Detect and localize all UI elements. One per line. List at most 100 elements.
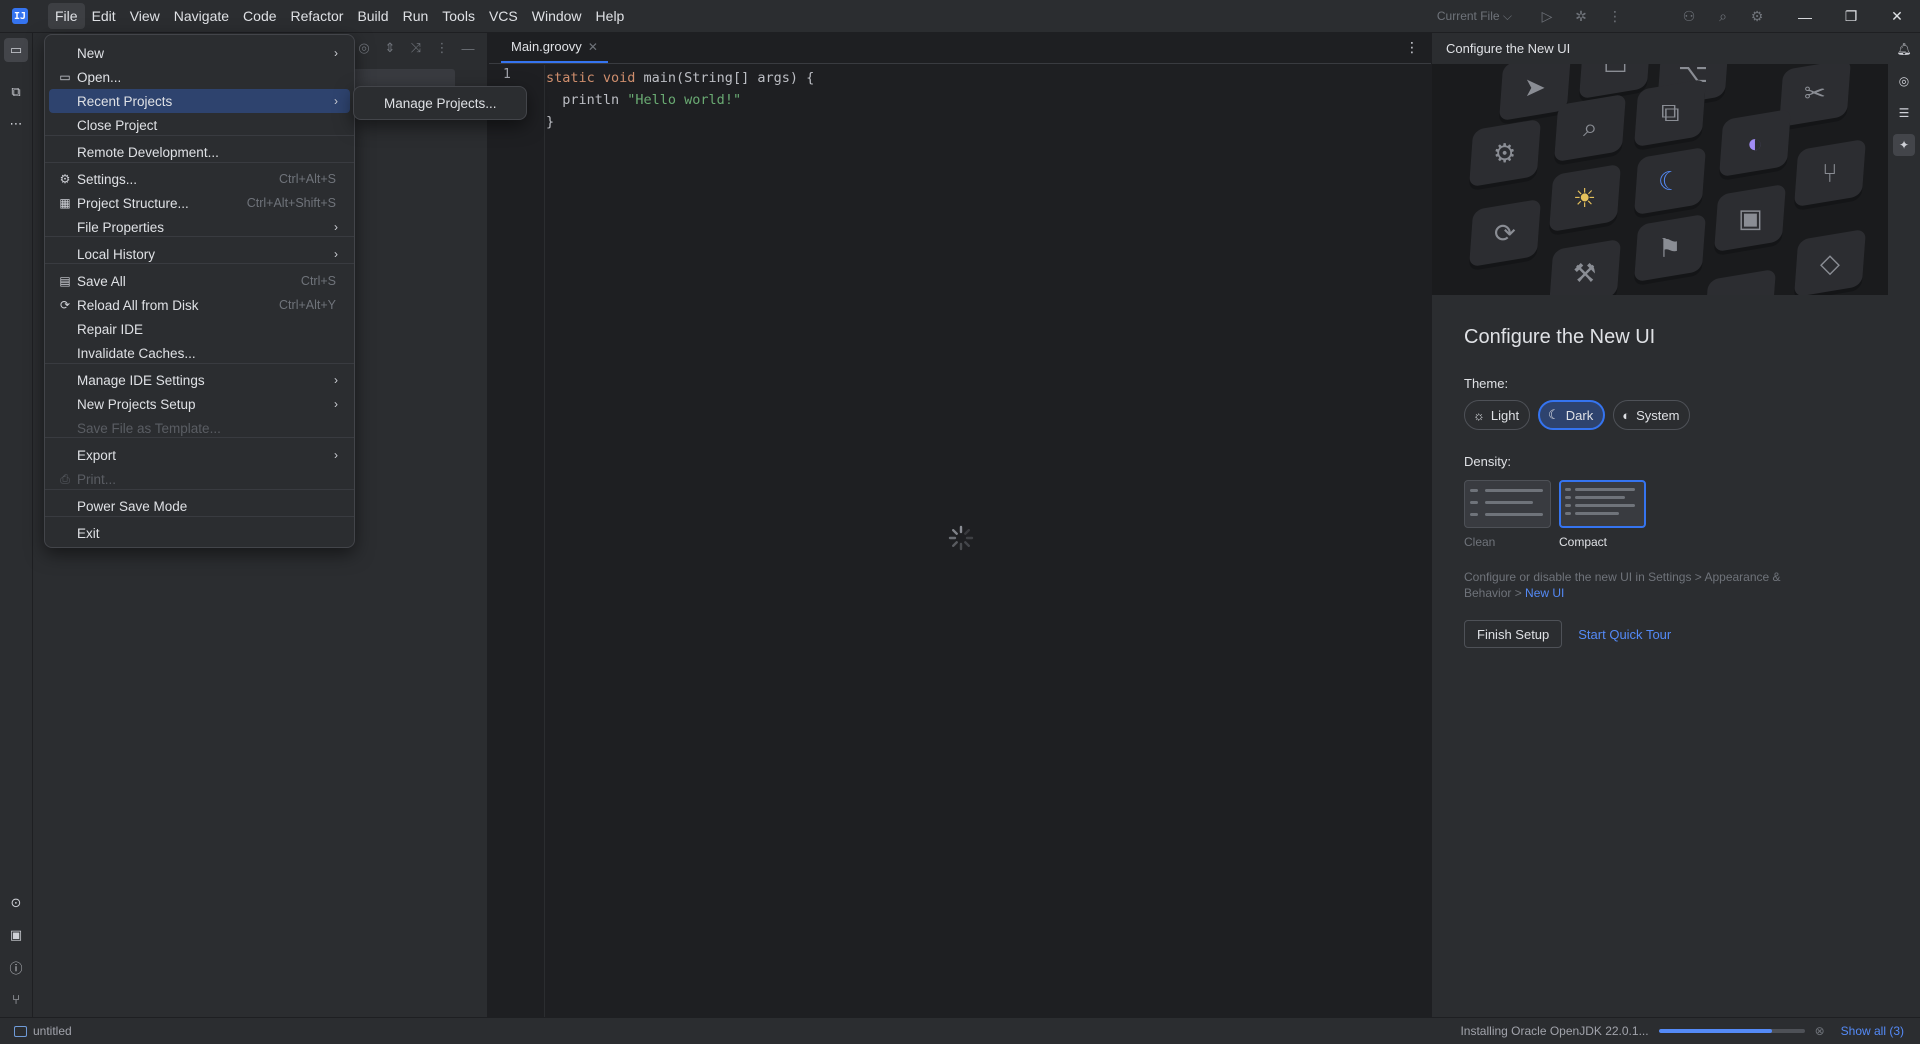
density-preview-bar bbox=[1470, 501, 1478, 504]
new-ui-wand-icon[interactable]: ✦ bbox=[1893, 134, 1915, 156]
run-icon[interactable]: ▷ bbox=[1530, 0, 1564, 33]
chevron-right-icon: › bbox=[334, 46, 338, 60]
locate-icon[interactable]: ◎ bbox=[353, 37, 375, 59]
file-menu-item-invalidate-caches[interactable]: Invalidate Caches... bbox=[49, 341, 350, 365]
menu-item-label: Export bbox=[77, 447, 117, 463]
menu-run[interactable]: Run bbox=[396, 3, 436, 29]
run-configuration-selector[interactable]: Current File ⌵ bbox=[1437, 9, 1512, 24]
project-folder-icon[interactable]: ▭ bbox=[4, 38, 28, 62]
file-menu-item-reload-all-from-disk[interactable]: ⟳ Reload All from Disk Ctrl+Alt+Y bbox=[49, 293, 350, 317]
menu-tools[interactable]: Tools bbox=[435, 3, 482, 29]
file-menu-item-file-properties[interactable]: File Properties › bbox=[49, 215, 350, 239]
menu-edit[interactable]: Edit bbox=[85, 3, 123, 29]
file-menu-item-settings[interactable]: ⚙ Settings... Ctrl+Alt+S bbox=[49, 167, 350, 191]
expand-all-icon[interactable]: ⇕ bbox=[379, 37, 401, 59]
tab-main-groovy[interactable]: Main.groovy ✕ bbox=[501, 32, 608, 63]
app-logo-icon[interactable]: IJ bbox=[12, 8, 28, 24]
search-icon[interactable]: ⌕ bbox=[1706, 0, 1740, 33]
theme-light-button[interactable]: ☼ Light bbox=[1464, 400, 1531, 430]
options-icon[interactable]: ⋮ bbox=[431, 37, 453, 59]
code-content[interactable]: static void main(String[] args) { printl… bbox=[546, 67, 814, 133]
file-menu-item-manage-ide-settings[interactable]: Manage IDE Settings › bbox=[49, 368, 350, 392]
print-icon: ⎙ bbox=[60, 471, 70, 486]
restore-icon[interactable]: ❐ bbox=[1828, 0, 1874, 33]
density-clean-option[interactable] bbox=[1464, 480, 1551, 528]
chevron-right-icon: › bbox=[334, 94, 338, 108]
file-menu-item-save-all[interactable]: ▤ Save All Ctrl+S bbox=[49, 269, 350, 293]
menu-navigate[interactable]: Navigate bbox=[167, 3, 236, 29]
services-icon[interactable]: ⊙ bbox=[4, 891, 28, 915]
menu-item-label: Local History bbox=[77, 246, 156, 262]
editor-tabs: Main.groovy ✕ ⋮ bbox=[489, 33, 1431, 64]
progress-text[interactable]: Installing Oracle OpenJDK 22.0.1... bbox=[1460, 1024, 1648, 1038]
tabs-more-icon[interactable]: ⋮ bbox=[1405, 39, 1419, 56]
file-menu-item-export[interactable]: Export › bbox=[49, 443, 350, 467]
menu-item-label: Open... bbox=[77, 69, 122, 85]
density-selector bbox=[1464, 480, 1646, 528]
gear-icon: ⚙ bbox=[59, 172, 71, 186]
start-quick-tour-link[interactable]: Start Quick Tour bbox=[1578, 627, 1671, 642]
file-menu-item-local-history[interactable]: Local History › bbox=[49, 242, 350, 266]
menu-code[interactable]: Code bbox=[236, 3, 283, 29]
terminal-icon[interactable]: ▣ bbox=[4, 923, 28, 947]
settings-icon[interactable]: ⚙ bbox=[1740, 0, 1774, 33]
finish-setup-button[interactable]: Finish Setup bbox=[1464, 620, 1563, 648]
show-all-link[interactable]: Show all (3) bbox=[1841, 1024, 1904, 1038]
density-compact-option[interactable] bbox=[1559, 480, 1646, 528]
file-menu-item-new-projects-setup[interactable]: New Projects Setup › bbox=[49, 392, 350, 416]
file-menu-item-power-save-mode[interactable]: Power Save Mode bbox=[49, 494, 350, 518]
menu-view[interactable]: View bbox=[123, 3, 167, 29]
menu-window[interactable]: Window bbox=[525, 3, 589, 29]
file-menu-item-close-project[interactable]: Close Project bbox=[49, 113, 350, 137]
file-menu-item-repair-ide[interactable]: Repair IDE bbox=[49, 317, 350, 341]
progress-fill bbox=[1658, 1029, 1773, 1033]
new-ui-settings-link[interactable]: New UI bbox=[1525, 586, 1564, 600]
file-menu-item-project-structure[interactable]: ▦ Project Structure... Ctrl+Alt+Shift+S bbox=[49, 191, 350, 215]
folder-icon: ▭ bbox=[59, 70, 71, 84]
menu-file[interactable]: File bbox=[48, 3, 85, 29]
debug-icon[interactable]: ✲ bbox=[1564, 0, 1598, 33]
git-icon[interactable]: ⑂ bbox=[4, 987, 28, 1011]
menu-item-shortcut: Ctrl+S bbox=[300, 274, 336, 288]
file-menu-item-recent-projects[interactable]: Recent Projects › bbox=[49, 89, 350, 113]
density-label: Density: bbox=[1464, 454, 1511, 469]
chevron-right-icon: › bbox=[334, 220, 338, 234]
theme-system-button[interactable]: ◐ System bbox=[1613, 400, 1691, 430]
more-tools-icon[interactable]: ⋯ bbox=[4, 112, 28, 136]
tab-close-icon[interactable]: ✕ bbox=[588, 40, 598, 54]
theme-dark-button[interactable]: ☾ Dark bbox=[1538, 400, 1606, 430]
database-icon[interactable]: ☰ bbox=[1893, 102, 1915, 124]
file-menu-item-new[interactable]: New › bbox=[49, 41, 350, 65]
manage-projects-item[interactable]: Manage Projects... bbox=[358, 91, 522, 115]
system-theme-icon: ◐ bbox=[1622, 407, 1631, 423]
ai-assistant-icon[interactable]: ◎ bbox=[1893, 70, 1915, 92]
menu-vcs[interactable]: VCS bbox=[482, 3, 525, 29]
project-structure-icon: ▦ bbox=[59, 196, 71, 210]
structure-icon[interactable]: ⧉ bbox=[4, 80, 28, 104]
menu-item-label: Manage IDE Settings bbox=[77, 372, 205, 388]
file-menu-item-exit[interactable]: Exit bbox=[49, 521, 350, 545]
project-name[interactable]: untitled bbox=[33, 1024, 72, 1038]
file-menu-item-open[interactable]: ▭ Open... bbox=[49, 65, 350, 89]
menu-item-label: File Properties bbox=[77, 219, 165, 235]
menu-help[interactable]: Help bbox=[589, 3, 632, 29]
density-preview-bar bbox=[1575, 488, 1635, 491]
add-user-icon[interactable]: ⚇ bbox=[1672, 0, 1706, 33]
menu-refactor[interactable]: Refactor bbox=[284, 3, 351, 29]
density-preview-bar bbox=[1575, 504, 1635, 507]
density-preview-bar bbox=[1565, 512, 1571, 515]
cancel-progress-icon[interactable]: ⊗ bbox=[1815, 1024, 1825, 1038]
file-menu-item-remote-development[interactable]: Remote Development... bbox=[49, 140, 350, 164]
more-icon[interactable]: ⋮ bbox=[1598, 0, 1632, 33]
menu-item-label: Invalidate Caches... bbox=[77, 345, 196, 361]
minimize-icon[interactable]: — bbox=[1782, 0, 1828, 33]
collapse-all-icon[interactable]: ⤨ bbox=[405, 37, 427, 59]
banner-theme-icon: ◐ bbox=[1718, 108, 1792, 178]
menu-build[interactable]: Build bbox=[350, 3, 395, 29]
problems-icon[interactable]: ⓘ bbox=[4, 955, 28, 979]
title-bar: IJ File Edit View Navigate Code Refactor… bbox=[0, 0, 1920, 33]
status-left: untitled bbox=[14, 1024, 72, 1038]
hide-icon[interactable]: — bbox=[457, 37, 479, 59]
notifications-icon[interactable]: 🔔︎ bbox=[1893, 38, 1915, 60]
close-icon[interactable]: ✕ bbox=[1874, 0, 1920, 33]
